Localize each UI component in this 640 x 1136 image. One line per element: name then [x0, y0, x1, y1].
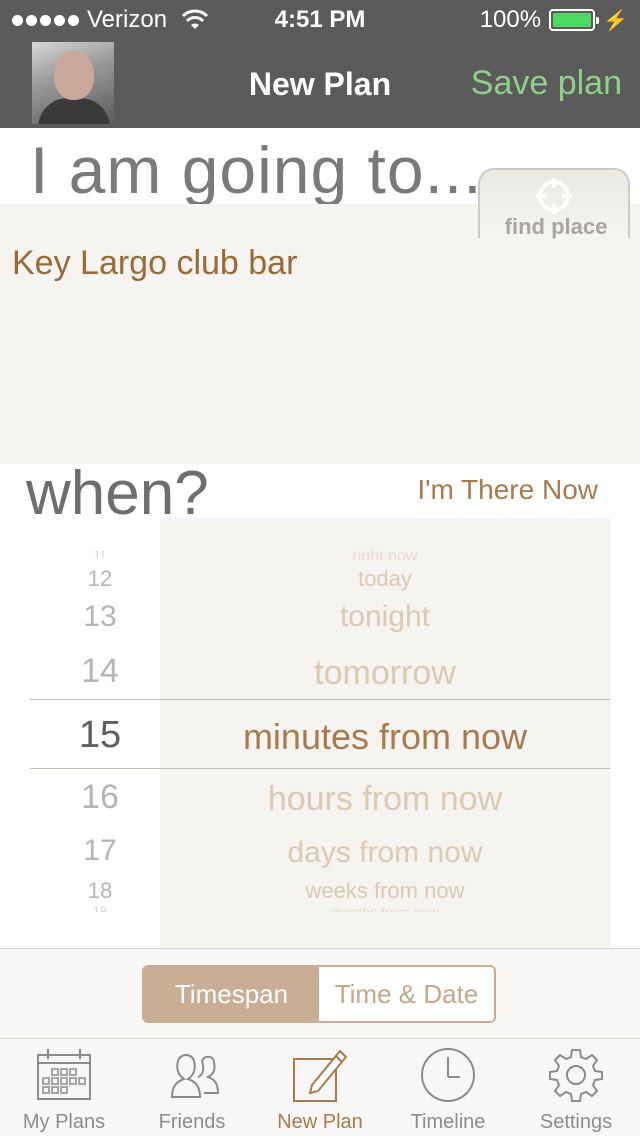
find-place-label: find place	[504, 214, 608, 239]
edit-icon	[293, 1049, 348, 1102]
save-plan-button[interactable]: Save plan	[471, 64, 622, 103]
place-input[interactable]	[0, 204, 640, 464]
tab-new-plan[interactable]: New Plan	[256, 1039, 384, 1136]
picker-unit[interactable]: right now	[160, 548, 610, 560]
battery-icon	[549, 9, 600, 31]
picker-unit[interactable]: weeks from now	[160, 878, 610, 904]
tab-label: New Plan	[277, 1111, 363, 1133]
picker-number[interactable]: 14	[60, 652, 140, 691]
tab-bar: My Plans Friends New Plan Timeline Setti…	[0, 1038, 640, 1136]
place-value[interactable]: Key Largo club bar	[12, 244, 297, 283]
status-bar: Verizon 4:51 PM 100% ⚡	[0, 0, 640, 40]
picker-number[interactable]: 16	[60, 778, 140, 817]
picker-unit[interactable]: months from now	[160, 904, 610, 912]
calendar-icon	[37, 1049, 91, 1100]
picker-selection-top	[30, 699, 610, 700]
find-place-button[interactable]: find place	[478, 168, 630, 239]
tab-friends[interactable]: Friends	[128, 1039, 256, 1136]
battery-percent: 100%	[479, 6, 542, 33]
tab-settings[interactable]: Settings	[512, 1039, 640, 1136]
mode-segmented-control: Timespan Time & Date	[142, 965, 496, 1023]
crosshair-icon	[536, 178, 572, 214]
clock-icon	[421, 1048, 475, 1102]
tab-label: Friends	[158, 1111, 226, 1133]
picker-unit[interactable]: days from now	[160, 836, 610, 870]
picker-number[interactable]: 13	[60, 600, 140, 634]
picker-number-selected[interactable]: 15	[60, 714, 140, 757]
friends-icon	[170, 1054, 220, 1098]
picker-unit[interactable]: tomorrow	[160, 654, 610, 693]
im-there-now-button[interactable]: I'm There Now	[417, 474, 598, 506]
tab-timeline[interactable]: Timeline	[384, 1039, 512, 1136]
picker-unit[interactable]: tonight	[160, 600, 610, 634]
segment-time-date[interactable]: Time & Date	[319, 967, 494, 1021]
picker-unit-selected[interactable]: minutes from now	[160, 716, 610, 758]
charging-icon: ⚡	[603, 9, 628, 32]
tab-label: My Plans	[22, 1111, 106, 1133]
picker-number[interactable]: 11	[60, 548, 140, 558]
tab-label: Timeline	[410, 1111, 486, 1133]
tab-label: Settings	[539, 1111, 613, 1133]
picker-number[interactable]: 19	[60, 904, 140, 912]
nav-bar: New Plan Save plan	[0, 40, 640, 128]
picker-number[interactable]: 12	[60, 566, 140, 592]
picker-selection-bottom	[30, 768, 610, 769]
picker-number[interactable]: 18	[60, 878, 140, 904]
picker-unit[interactable]: hours from now	[160, 780, 610, 819]
picker-unit[interactable]: today	[160, 566, 610, 592]
gear-icon	[549, 1049, 603, 1102]
segment-timespan[interactable]: Timespan	[144, 967, 319, 1021]
going-heading: I am going to...	[30, 133, 483, 207]
tab-my-plans[interactable]: My Plans	[0, 1039, 128, 1136]
picker-number[interactable]: 17	[60, 834, 140, 868]
